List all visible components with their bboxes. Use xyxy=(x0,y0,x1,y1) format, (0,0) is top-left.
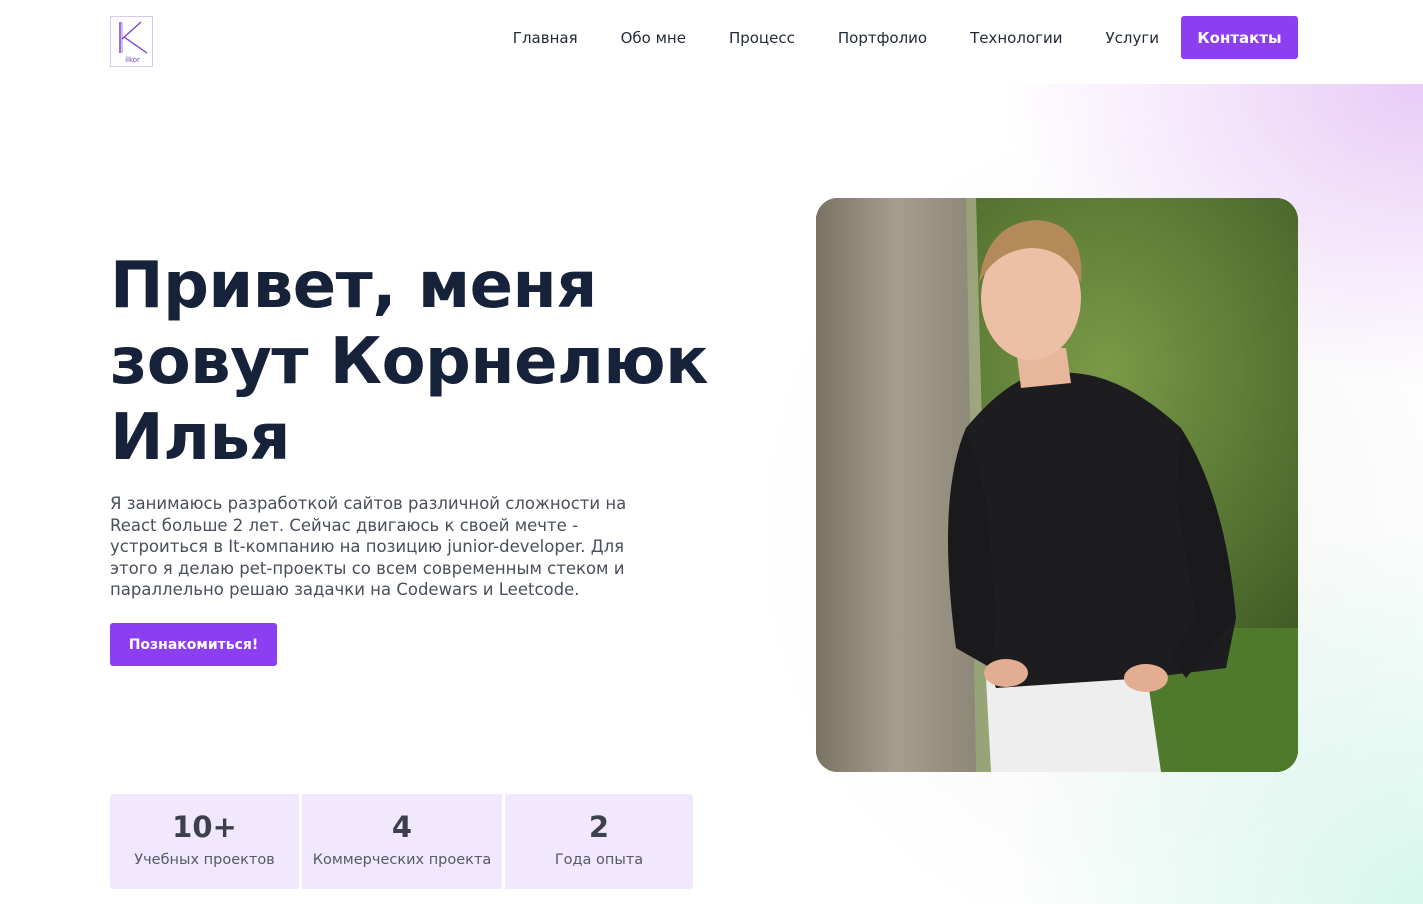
stat-card: 2 Года опыта xyxy=(505,794,693,889)
stat-value: 4 xyxy=(391,810,413,844)
stat-value: 10+ xyxy=(172,810,237,844)
hero-title: Привет, меня зовут Корнелюк Илья xyxy=(110,249,709,475)
stat-label: Коммерческих проекта xyxy=(312,852,492,868)
stat-card: 10+ Учебных проектов xyxy=(110,794,299,889)
profile-photo xyxy=(816,198,1298,772)
nav-link-process[interactable]: Процесс xyxy=(729,29,795,47)
stats-row: 10+ Учебных проектов 4 Коммерческих прое… xyxy=(110,794,693,889)
hero-description: Я занимаюсь разработкой сайтов различной… xyxy=(110,494,627,599)
nav-link-home[interactable]: Главная xyxy=(513,29,578,47)
get-acquainted-button[interactable]: Познакомиться! xyxy=(110,623,277,666)
profile-photo-illustration xyxy=(816,198,1298,772)
stat-label: Года опыта xyxy=(554,852,644,868)
contacts-button[interactable]: Контакты xyxy=(1181,16,1298,59)
nav-link-technologies[interactable]: Технологии xyxy=(970,29,1062,47)
main-nav: Главная Обо мне Процесс Портфолио Технол… xyxy=(513,16,1298,59)
site-header: ilkor Главная Обо мне Процесс Портфолио … xyxy=(0,0,1423,84)
logo-caption: ilkor xyxy=(125,56,140,64)
stat-label: Учебных проектов xyxy=(134,852,275,868)
nav-link-about[interactable]: Обо мне xyxy=(621,29,686,47)
nav-link-services[interactable]: Услуги xyxy=(1106,29,1159,47)
logo[interactable]: ilkor xyxy=(110,16,153,67)
stat-value: 2 xyxy=(588,810,610,844)
nav-link-portfolio[interactable]: Портфолио xyxy=(838,29,927,47)
stat-card: 4 Коммерческих проекта xyxy=(302,794,502,889)
